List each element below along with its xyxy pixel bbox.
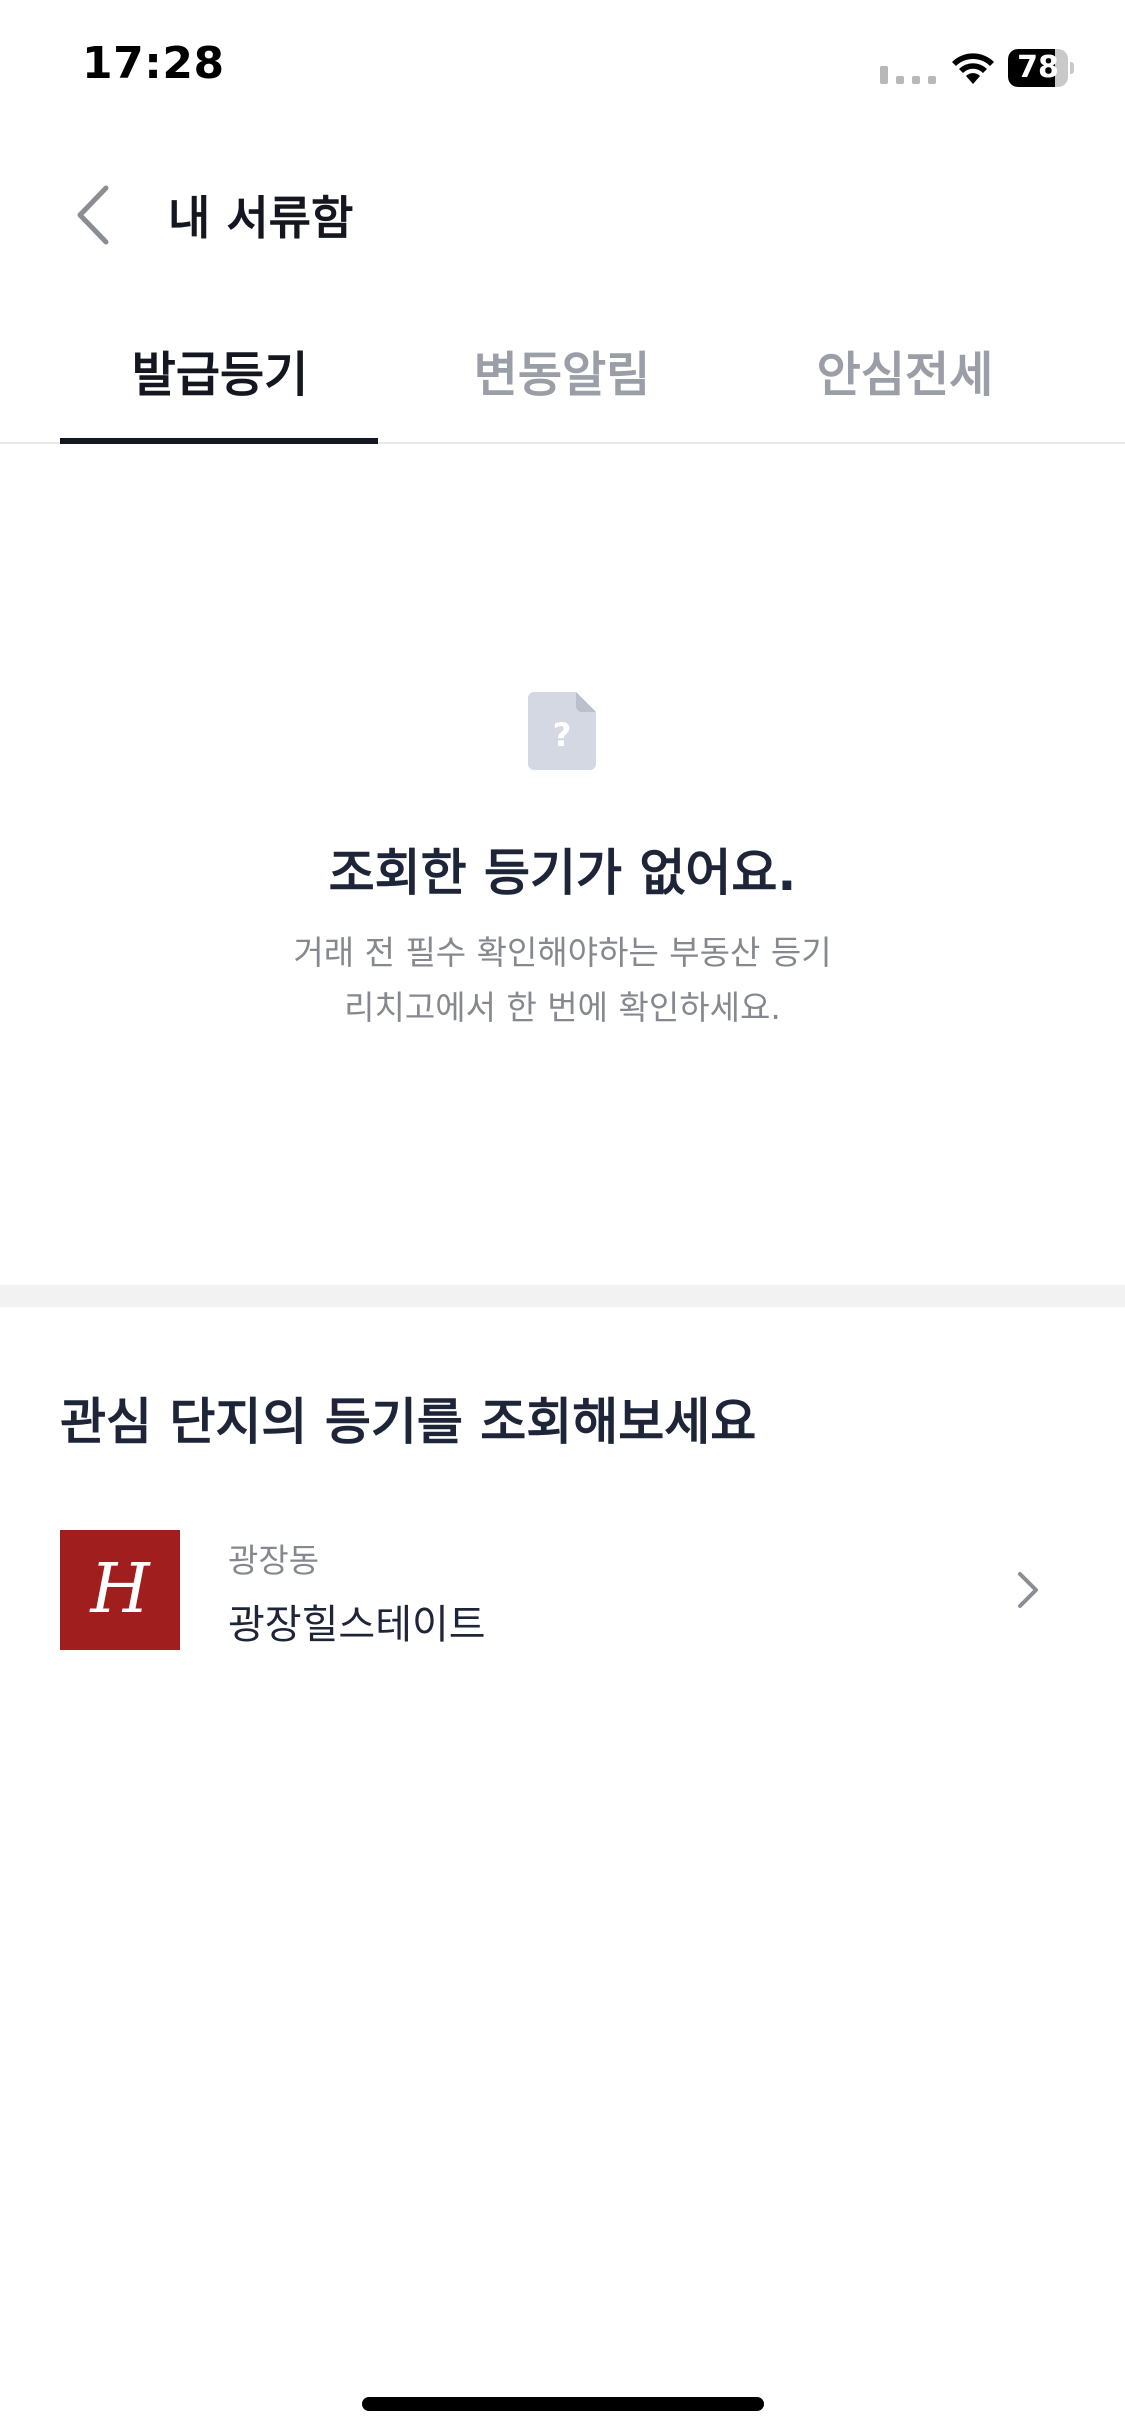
battery-level-text: 78 — [1017, 50, 1059, 85]
chevron-left-icon — [77, 185, 109, 245]
status-time: 17:28 — [82, 38, 225, 89]
page-title: 내 서류함 — [168, 191, 354, 245]
active-tab-indicator — [60, 438, 378, 444]
battery-icon: 78 — [1008, 49, 1074, 87]
complex-name: 광장힐스테이트 — [228, 1602, 486, 1648]
tab-safe-jeonse[interactable]: 안심전세 — [735, 335, 1075, 405]
svg-text:?: ? — [553, 716, 572, 754]
chevron-right-icon — [1018, 1572, 1038, 1608]
complex-list-item[interactable]: H 광장동 광장힐스테이트 — [0, 1520, 1125, 1660]
complex-logo-letter: H — [90, 1550, 150, 1629]
wifi-icon — [952, 53, 994, 84]
tab-issued-registry[interactable]: 발급등기 — [50, 335, 390, 405]
empty-state-description-line-2: 리치고에서 한 번에 확인하세요. — [344, 988, 781, 1027]
complex-region: 광장동 — [228, 1541, 320, 1580]
tab-change-alert[interactable]: 변동알림 — [392, 335, 732, 405]
cellular-signal-icon — [880, 66, 936, 84]
empty-state-title: 조회한 등기가 없어요. — [328, 844, 797, 902]
document-question-icon: ? — [528, 692, 596, 770]
interest-section-title: 관심 단지의 등기를 조회해보세요 — [60, 1393, 757, 1451]
empty-state-description-line-1: 거래 전 필수 확인해야하는 부동산 등기 — [293, 933, 832, 972]
section-divider — [0, 1285, 1125, 1307]
complex-logo: H — [60, 1530, 180, 1650]
home-indicator[interactable] — [362, 2397, 764, 2411]
back-button[interactable] — [70, 180, 120, 250]
